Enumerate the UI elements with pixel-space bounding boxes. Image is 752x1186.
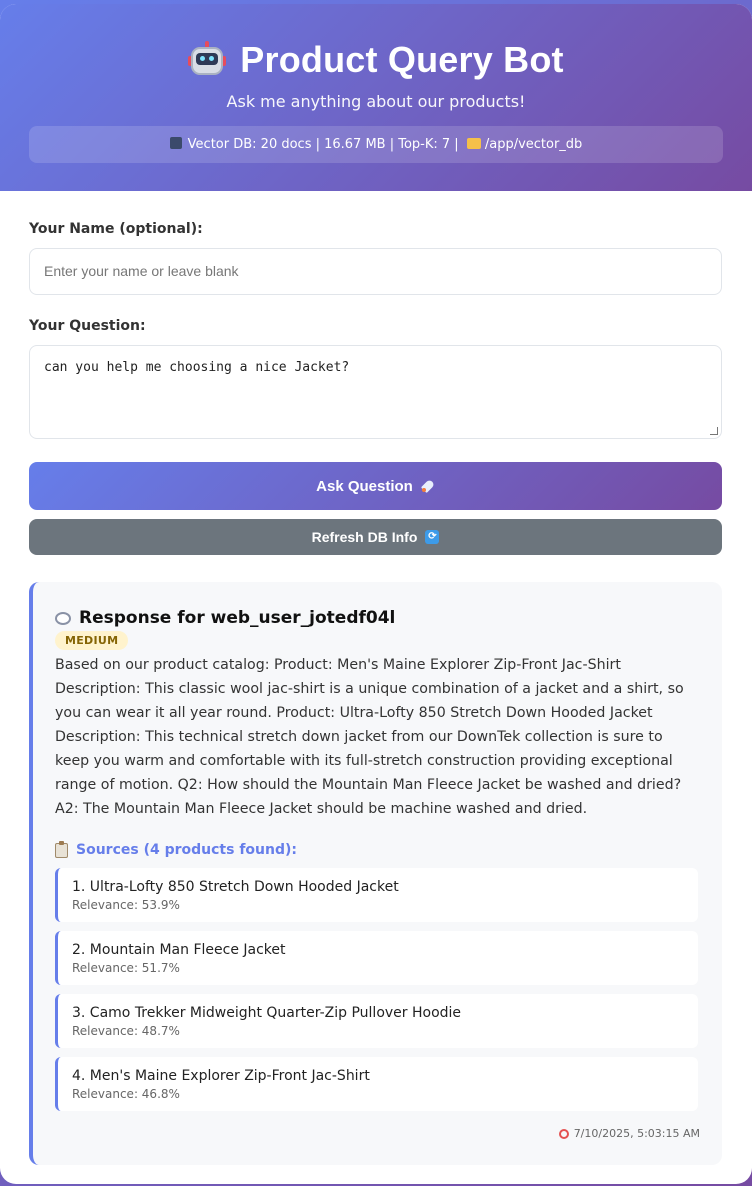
response-timestamp: 7/10/2025, 5:03:15 AM bbox=[558, 1127, 700, 1140]
refresh-icon: ⟳ bbox=[425, 530, 440, 544]
name-input[interactable]: Enter your name or leave blank bbox=[29, 248, 722, 295]
speech-bubble-icon bbox=[55, 611, 71, 625]
source-relevance: Relevance: 51.7% bbox=[72, 961, 180, 975]
ask-question-button[interactable]: Ask Question bbox=[29, 462, 722, 510]
source-relevance: Relevance: 48.7% bbox=[72, 1024, 180, 1038]
floppy-disk-icon bbox=[169, 137, 182, 149]
robot-icon bbox=[188, 41, 227, 79]
source-item: 4. Men's Maine Explorer Zip-Front Jac-Sh… bbox=[55, 1057, 698, 1111]
rocket-icon bbox=[421, 479, 435, 493]
app-card: Product Query Bot Ask me anything about … bbox=[0, 4, 752, 1184]
query-form: Your Name (optional): Enter your name or… bbox=[0, 191, 752, 555]
source-title: 3. Camo Trekker Midweight Quarter-Zip Pu… bbox=[72, 1005, 462, 1021]
question-label: Your Question: bbox=[29, 318, 146, 334]
response-answer: Based on our product catalog: Product: M… bbox=[55, 657, 684, 817]
source-item: 3. Camo Trekker Midweight Quarter-Zip Pu… bbox=[55, 994, 698, 1048]
source-relevance: Relevance: 46.8% bbox=[72, 1087, 180, 1101]
title-row: Product Query Bot bbox=[0, 38, 752, 82]
clipboard-icon bbox=[55, 840, 68, 858]
name-label: Your Name (optional): bbox=[29, 221, 203, 237]
db-info-bar: Vector DB: 20 docs | 16.67 MB | Top-K: 7… bbox=[29, 126, 723, 163]
response-header: Response for web_user_jotedf04l bbox=[55, 607, 700, 629]
source-relevance: Relevance: 53.9% bbox=[72, 898, 180, 912]
source-title: 1. Ultra-Lofty 850 Stretch Down Hooded J… bbox=[72, 879, 399, 895]
ask-question-label: Ask Question bbox=[316, 477, 413, 495]
page-subtitle: Ask me anything about our products! bbox=[226, 92, 526, 111]
folder-icon bbox=[466, 138, 481, 149]
confidence-badge: MEDIUM bbox=[55, 631, 129, 650]
page-title: Product Query Bot bbox=[240, 39, 564, 80]
source-item: 2. Mountain Man Fleece Jacket Relevance:… bbox=[55, 931, 698, 985]
resize-handle[interactable] bbox=[710, 427, 718, 435]
sources-header: Sources (4 products found): bbox=[55, 840, 700, 858]
refresh-db-label: Refresh DB Info bbox=[311, 529, 418, 545]
db-info-text: Vector DB: 20 docs | 16.67 MB | Top-K: 7… bbox=[187, 137, 459, 152]
source-title: 2. Mountain Man Fleece Jacket bbox=[72, 942, 286, 958]
question-text: can you help me choosing a nice Jacket? bbox=[44, 360, 350, 375]
header: Product Query Bot Ask me anything about … bbox=[0, 4, 752, 191]
source-item: 1. Ultra-Lofty 850 Stretch Down Hooded J… bbox=[55, 868, 698, 922]
response-title: Response for web_user_jotedf04l bbox=[79, 608, 396, 628]
db-path: /app/vector_db bbox=[484, 137, 583, 152]
source-title: 4. Men's Maine Explorer Zip-Front Jac-Sh… bbox=[72, 1068, 370, 1084]
alarm-clock-icon bbox=[558, 1128, 569, 1139]
timestamp-text: 7/10/2025, 5:03:15 AM bbox=[573, 1127, 700, 1140]
response-panel: Response for web_user_jotedf04l MEDIUM B… bbox=[29, 582, 722, 1165]
sources-title: Sources (4 products found): bbox=[76, 842, 297, 858]
question-textarea[interactable]: can you help me choosing a nice Jacket? bbox=[29, 345, 722, 439]
refresh-db-button[interactable]: Refresh DB Info ⟳ bbox=[29, 519, 722, 555]
